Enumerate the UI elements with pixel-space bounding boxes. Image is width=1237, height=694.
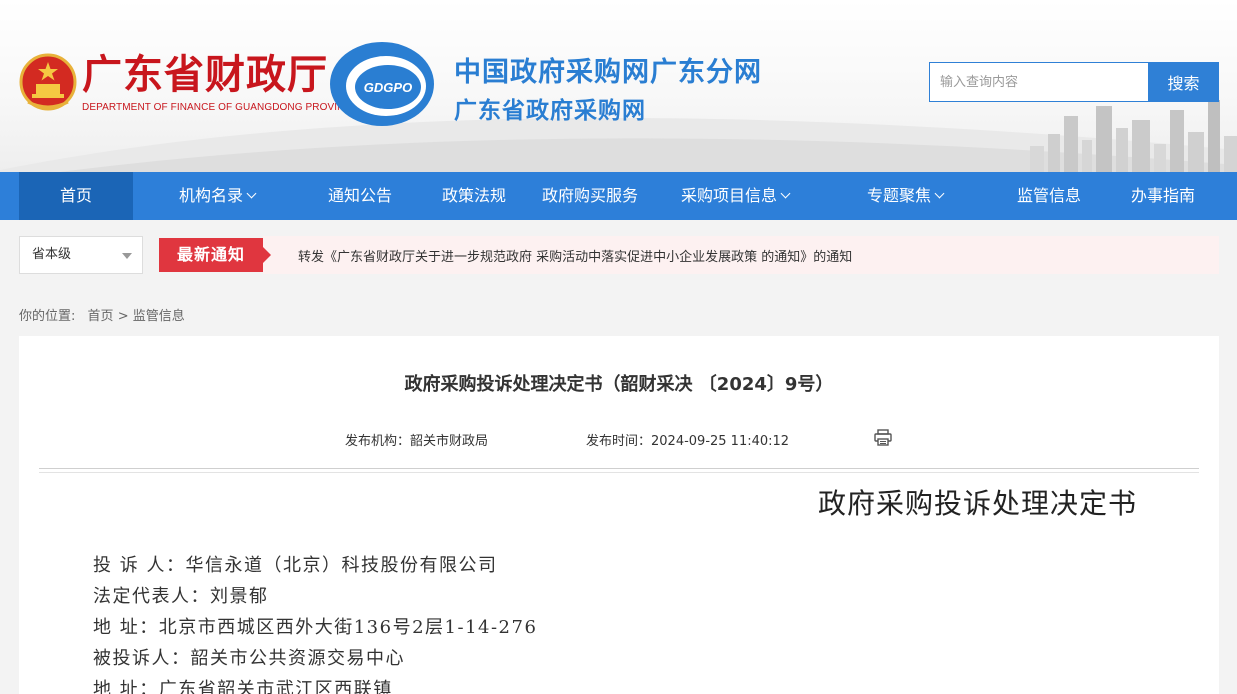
site-title-primary: 中国政府采购网广东分网	[454, 57, 762, 88]
doc-line: 投 诉 人：华信永道（北京）科技股份有限公司	[93, 555, 498, 576]
doc-line: 地 址：广东省韶关市武江区西联镇	[93, 679, 393, 694]
article-publisher: 发布机构：韶关市财政局	[345, 434, 489, 449]
nav-item-topics[interactable]: 专题聚焦	[855, 172, 955, 220]
article-title: 政府采购投诉处理决定书（韶财采决 〔2024〕9号）	[404, 374, 834, 395]
nav-item-projects[interactable]: 采购项目信息	[670, 172, 800, 220]
breadcrumb: 你的位置: 首页 > 监管信息	[19, 305, 185, 324]
notice-link[interactable]: 转发《广东省财政厅关于进一步规范政府 采购活动中落实促进中小企业发展政策 的通知…	[298, 246, 852, 265]
nav-label: 采购项目信息	[680, 186, 777, 205]
nav-label: 通知公告	[327, 186, 392, 205]
city-skyline-decoration	[1030, 100, 1237, 172]
chevron-down-icon	[246, 188, 257, 199]
main-nav: 首页 机构名录 通知公告 政策法规 政府购买服务 采购项目信息 专题聚焦 监管信…	[0, 172, 1237, 220]
nav-item-supervision[interactable]: 监管信息	[1004, 172, 1094, 220]
search-input[interactable]	[929, 62, 1149, 102]
nav-item-gov-services[interactable]: 政府购买服务	[535, 172, 645, 220]
site-header: 广东省财政厅 DEPARTMENT OF FINANCE OF GUANGDON…	[0, 0, 1237, 172]
nav-label: 政策法规	[441, 186, 506, 205]
national-emblem-icon	[19, 53, 77, 111]
site-title-secondary: 广东省政府采购网	[454, 98, 646, 124]
dept-name-en: DEPARTMENT OF FINANCE OF GUANGDONG PROVI…	[82, 102, 359, 113]
nav-item-policies[interactable]: 政策法规	[428, 172, 520, 220]
region-select[interactable]: 省本级	[19, 236, 143, 274]
chevron-down-icon	[934, 188, 945, 199]
breadcrumb-separator: >	[117, 309, 129, 324]
gdgpo-logo-icon: GDGPO	[330, 42, 434, 126]
nav-item-home[interactable]: 首页	[19, 172, 133, 220]
nav-item-announcements[interactable]: 通知公告	[310, 172, 410, 220]
breadcrumb-current-link[interactable]: 监管信息	[133, 309, 185, 324]
doc-line: 被投诉人：韶关市公共资源交易中心	[93, 648, 405, 669]
nav-label: 监管信息	[1016, 186, 1081, 205]
chevron-down-icon	[780, 188, 791, 199]
dept-name-cn: 广东省财政厅	[82, 51, 328, 98]
search-button[interactable]: 搜索	[1148, 62, 1219, 102]
nav-label: 机构名录	[178, 186, 243, 205]
document-body: 投 诉 人：华信永道（北京）科技股份有限公司 法定代表人：刘景郁 地 址：北京市…	[93, 550, 537, 694]
article-panel: 政府采购投诉处理决定书（韶财采决 〔2024〕9号） 发布机构：韶关市财政局 发…	[19, 336, 1219, 694]
document-heading: 政府采购投诉处理决定书	[818, 487, 1138, 520]
logo-text: GDGPO	[364, 80, 412, 95]
article-publish-time: 发布时间：2024-09-25 11:40:12	[586, 434, 790, 449]
breadcrumb-prefix: 你的位置:	[19, 309, 76, 324]
title-divider	[39, 468, 1199, 469]
nav-item-guide[interactable]: 办事指南	[1118, 172, 1208, 220]
title-divider-secondary	[39, 472, 1199, 473]
print-icon[interactable]	[874, 429, 892, 446]
nav-item-directory[interactable]: 机构名录	[160, 172, 274, 220]
breadcrumb-home-link[interactable]: 首页	[88, 309, 114, 324]
nav-label: 专题聚焦	[866, 186, 931, 205]
nav-label: 办事指南	[1130, 186, 1195, 205]
region-select-value: 省本级	[32, 247, 72, 262]
nav-label: 政府购买服务	[541, 186, 638, 205]
doc-line: 地 址：北京市西城区西外大街136号2层1-14-276	[93, 617, 538, 638]
nav-label: 首页	[59, 186, 92, 205]
latest-notice-label: 最新通知	[159, 238, 271, 272]
caret-down-icon	[122, 253, 132, 259]
doc-line: 法定代表人：刘景郁	[93, 586, 269, 607]
